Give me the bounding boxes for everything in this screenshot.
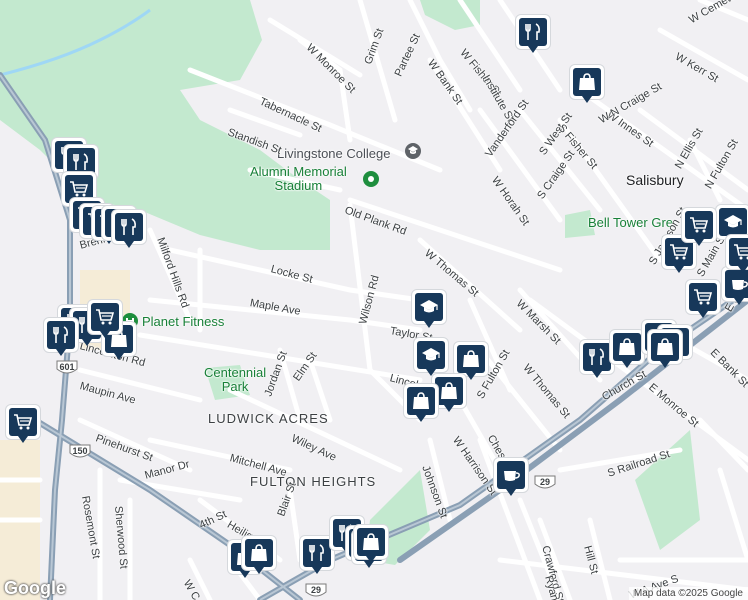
- restaurant-icon: [523, 22, 543, 42]
- shopping-marker[interactable]: [404, 384, 438, 424]
- fulton-heights-label: FULTON HEIGHTS: [250, 474, 377, 489]
- livingstone-college-label: Livingstone College: [277, 146, 391, 161]
- grocery-marker[interactable]: [6, 405, 40, 445]
- route-number: 29: [310, 585, 321, 595]
- centennial-park-label: Centennial Park: [204, 365, 267, 394]
- route-number: 601: [59, 362, 75, 372]
- stadium-icon[interactable]: [363, 171, 379, 187]
- map-canvas[interactable]: Livingstone College Alumni Memorial Stad…: [0, 0, 748, 600]
- route-number: 150: [72, 446, 88, 456]
- restaurant-icon: [119, 217, 139, 237]
- school-icon: [723, 212, 743, 232]
- grocery-icon: [13, 412, 33, 432]
- school-marker[interactable]: [414, 338, 448, 378]
- shopping-icon: [249, 543, 269, 563]
- restaurant-icon: [307, 543, 327, 563]
- grocery-marker[interactable]: [686, 280, 720, 320]
- restaurant-marker[interactable]: [516, 15, 550, 55]
- shopping-icon: [617, 337, 637, 357]
- grocery-icon: [733, 242, 748, 262]
- cafe-marker[interactable]: [494, 458, 528, 498]
- restaurant-icon: [587, 347, 607, 367]
- route-shield-us-601: 601: [56, 360, 78, 376]
- google-logo: Google: [4, 578, 66, 598]
- cafe-icon: [729, 274, 748, 294]
- cafe-icon: [501, 465, 521, 485]
- shopping-icon: [361, 532, 381, 552]
- restaurant-marker[interactable]: [44, 318, 78, 358]
- university-icon[interactable]: [405, 143, 421, 159]
- shopping-marker[interactable]: [242, 536, 276, 576]
- school-marker[interactable]: [412, 290, 446, 330]
- grocery-marker[interactable]: [682, 208, 716, 248]
- restaurant-icon: [51, 325, 71, 345]
- shopping-icon: [439, 381, 459, 401]
- route-shield-nc-150: 150: [69, 444, 91, 460]
- restaurant-marker[interactable]: [112, 210, 146, 250]
- shopping-marker[interactable]: [648, 330, 682, 370]
- shopping-icon: [461, 349, 481, 369]
- grocery-marker[interactable]: [726, 235, 748, 275]
- restaurant-marker[interactable]: [580, 340, 614, 380]
- restaurant-icon: [71, 152, 91, 172]
- grocery-marker[interactable]: [88, 300, 122, 340]
- alumni-stadium-label: Alumni Memorial Stadium: [250, 164, 347, 193]
- school-icon: [421, 345, 441, 365]
- grocery-icon: [693, 287, 713, 307]
- school-icon: [419, 297, 439, 317]
- route-shield-us-29-a: 29: [305, 583, 327, 599]
- grocery-icon: [95, 307, 115, 327]
- park-west: [0, 0, 330, 250]
- restaurant-marker[interactable]: [300, 536, 334, 576]
- planet-fitness-label: Planet Fitness: [142, 314, 225, 329]
- shopping-icon: [577, 72, 597, 92]
- grocery-icon: [69, 179, 89, 199]
- shopping-marker[interactable]: [354, 525, 388, 565]
- route-number: 29: [539, 477, 550, 487]
- grocery-icon: [689, 215, 709, 235]
- salisbury-label: Salisbury: [626, 172, 684, 188]
- route-shield-us-29-b: 29: [534, 475, 556, 491]
- bell-tower-label: Bell Tower Gre: [588, 215, 674, 230]
- shopping-icon: [655, 337, 675, 357]
- shopping-marker[interactable]: [570, 65, 604, 105]
- shopping-icon: [411, 391, 431, 411]
- shopping-marker[interactable]: [610, 330, 644, 370]
- map-attribution[interactable]: Map data ©2025 Google: [628, 587, 748, 600]
- ludwick-acres-label: LUDWICK ACRES: [208, 411, 329, 426]
